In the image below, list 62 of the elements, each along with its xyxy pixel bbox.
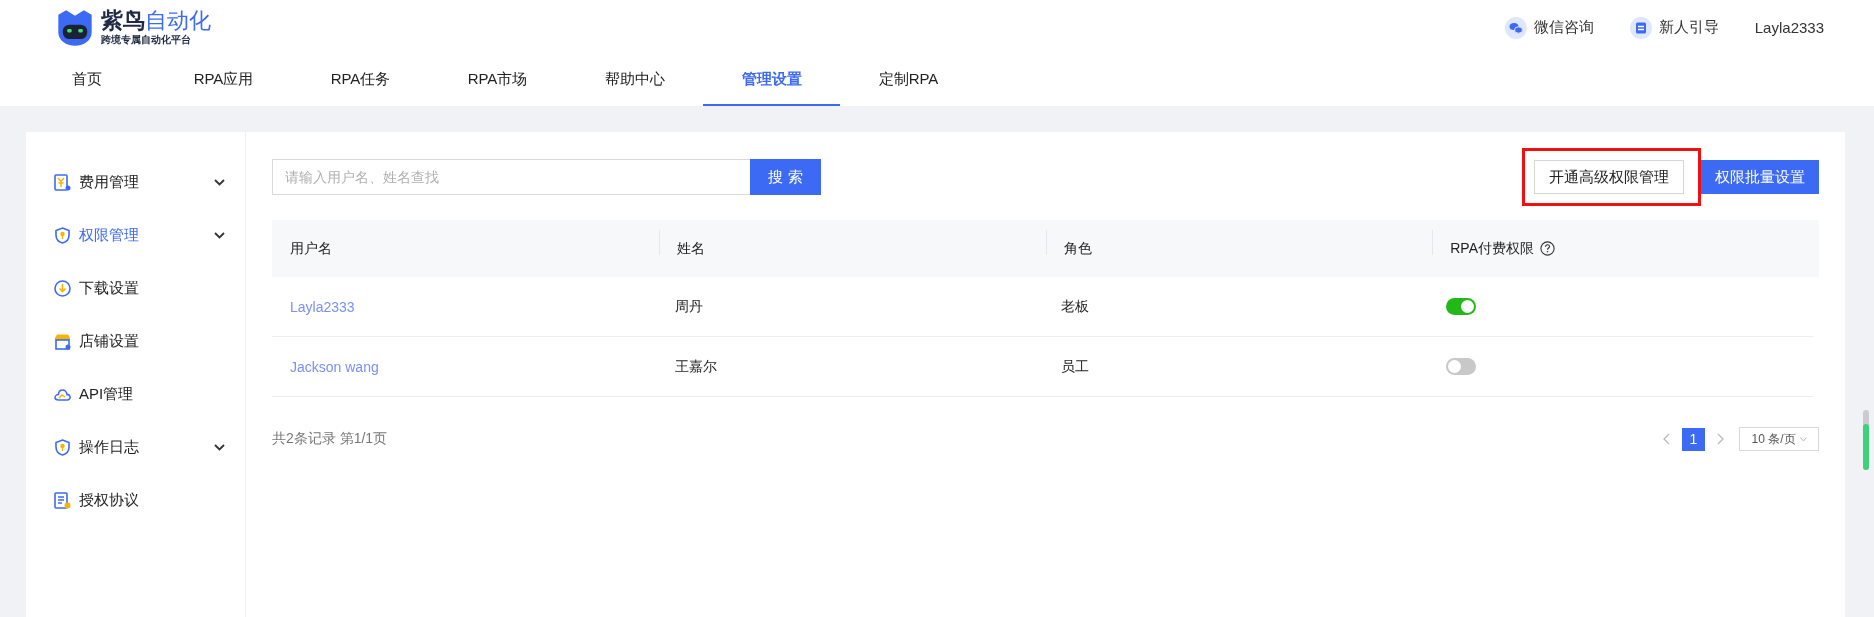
column-header: 姓名 [676,239,705,258]
robot-logo-icon [55,7,95,48]
user-name[interactable]: Layla2333 [1754,19,1824,36]
brand-tagline: 跨境专属自动化平台 [101,35,192,45]
nav-tab[interactable]: RPA任务 [292,55,429,106]
caret-icon [1799,436,1807,442]
sidebar-item-label: 下载设置 [79,279,140,298]
page-button[interactable]: 1 [1682,427,1705,451]
batch-settings-button[interactable]: 权限批量设置 [1701,160,1819,194]
upgrade-button[interactable]: 开通高级权限管理 [1534,160,1684,194]
column-header: 用户名 [290,239,332,258]
shield-icon [54,439,71,456]
chevron-down-icon [214,232,225,239]
header-link-label: 新人引导 [1658,18,1719,37]
sidebar-item-label: 费用管理 [79,173,140,192]
nav-tab[interactable]: 帮助中心 [566,55,703,106]
scroll-indicator-drawing [1863,410,1869,470]
sidebar-item[interactable]: 权限管理 [26,209,245,262]
document-icon [54,492,71,509]
chevron-down-icon [214,444,225,451]
table-cell-text: 员工 [1059,357,1090,376]
header-link-label: 微信咨询 [1533,18,1594,37]
search-button[interactable]: 搜 索 [750,159,821,195]
sidebar-item[interactable]: 费用管理 [26,156,245,209]
sidebar-item[interactable]: 下载设置 [26,262,245,315]
table-cell-text: 王嘉尔 [674,357,719,376]
book-icon [1629,16,1652,39]
nav-tab[interactable]: RPA应用 [155,55,292,106]
sidebar-item-label: 权限管理 [79,226,140,245]
nav-tab[interactable]: 首页 [18,55,155,106]
cloud-icon [54,386,71,403]
chevron-right-icon[interactable] [1717,433,1725,445]
shield-icon [54,227,71,244]
store-icon [54,333,71,350]
search-field[interactable]: 请输入用户名、姓名查找 [272,159,750,195]
sidebar-item-label: 店铺设置 [79,332,140,351]
header-link[interactable]: 新人引导 [1629,16,1719,39]
chat-bubbles-icon [1504,16,1527,39]
toggle-switch[interactable] [1445,298,1476,315]
column-header: 角色 [1063,239,1092,258]
toggle-switch[interactable] [1445,358,1476,375]
sidebar-item-label: 授权协议 [79,491,140,510]
chevron-left-icon[interactable] [1662,433,1670,445]
receipt-icon [54,174,71,191]
table-cell-text: 老板 [1059,297,1090,316]
header-link[interactable]: 微信咨询 [1504,16,1594,39]
sidebar-item[interactable]: 店铺设置 [26,315,245,368]
sidebar-item[interactable]: 授权协议 [26,474,245,527]
sidebar-item-label: API管理 [79,385,135,404]
sidebar-item-label: 操作日志 [79,438,140,457]
record-summary: 共2条记录 第1/1页 [272,430,388,448]
download-icon [54,280,71,297]
brand-name: 紫鸟自动化 [101,10,211,32]
table-cell-text: 周丹 [674,297,705,316]
nav-tab[interactable]: RPA市场 [429,55,566,106]
sidebar-item[interactable]: API管理 [26,368,245,421]
page-size-select[interactable]: 10 条/页 [1739,427,1819,451]
chevron-down-icon [214,179,225,186]
column-header: RPA付费权限 [1450,239,1534,258]
sidebar-item[interactable]: 操作日志 [26,421,245,474]
nav-tab[interactable]: 定制RPA [840,55,977,106]
help-icon [1540,241,1555,256]
